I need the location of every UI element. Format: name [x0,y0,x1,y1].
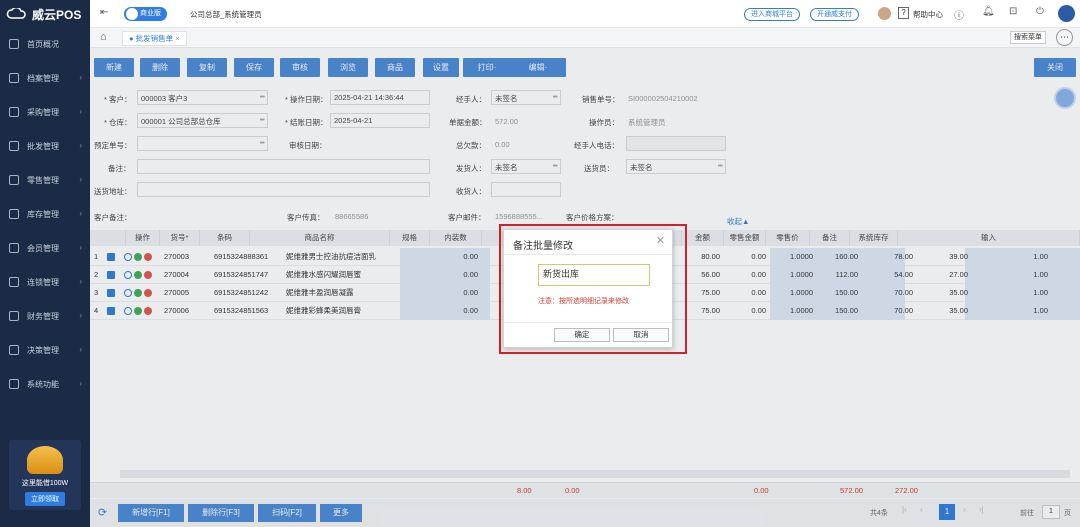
sidebar-item-label: 系统功能 [27,379,59,389]
divider [504,322,672,323]
cancel-button[interactable]: 取消 [613,328,669,342]
member-icon [9,243,19,253]
chevron-right-icon: › [79,73,82,82]
retail-icon [9,175,19,185]
sidebar-item-9[interactable]: 决策管理 › [0,339,90,361]
user-avatar-icon[interactable] [1058,5,1075,22]
chevron-right-icon: › [79,345,82,354]
mall-link[interactable]: 进入商城平台 [744,8,800,21]
sidebar-item-6[interactable]: 会员管理 › [0,237,90,259]
batch-remark-dialog: 备注批量修改 ✕ 新货出库 注意：按所选明细记录来修改 确定 取消 [503,229,673,348]
close-icon[interactable]: × [175,34,179,43]
sidebar-item-2[interactable]: 采购管理 › [0,101,90,123]
finance-icon [9,311,19,321]
sidebar-item-10[interactable]: 系统功能 › [0,373,90,395]
sidebar-item-label: 会员管理 [27,243,59,253]
help-center-link[interactable]: 帮助中心 [913,9,943,20]
chevron-right-icon: › [79,141,82,150]
cloud-logo-icon [6,8,26,19]
org-label: 公司总部_系统管理员 [190,10,262,19]
chevron-right-icon: › [79,379,82,388]
help-icon[interactable]: ? [898,7,909,19]
power-icon[interactable]: ⏻ [1036,6,1044,17]
pay-link[interactable]: 开通威支付 [810,8,859,21]
sidebar-item-1[interactable]: 档案管理 › [0,67,90,89]
chain-icon [9,277,19,287]
chevron-right-icon: › [79,277,82,286]
purchase-icon [9,107,19,117]
sidebar-item-3[interactable]: 批发管理 › [0,135,90,157]
decision-icon [9,345,19,355]
info-icon[interactable]: ⓘ [954,7,964,22]
sidebar-item-label: 库存管理 [27,209,59,219]
sidebar-item-label: 批发管理 [27,141,59,151]
divider [504,254,672,255]
edition-label: 商业版 [140,10,161,17]
inventory-icon [9,209,19,219]
promo-text: 这里能借100W [21,480,69,487]
sidebar-item-label: 档案管理 [27,73,59,83]
sidebar-item-0[interactable]: 首页概况 [0,33,90,55]
sidebar-item-7[interactable]: 连锁管理 › [0,271,90,293]
more-icon[interactable]: ⋯ [1056,29,1073,46]
confirm-button[interactable]: 确定 [554,328,610,342]
home-icon [9,39,19,49]
sidebar-item-label: 决策管理 [27,345,59,355]
sidebar-item-5[interactable]: 库存管理 › [0,203,90,225]
app-name: 威云POS [32,7,82,22]
chevron-right-icon: › [79,209,82,218]
tab-wholesale-sales[interactable]: ● 批发销售单 × [122,31,187,46]
chevron-right-icon: › [79,175,82,184]
sidebar-item-label: 零售管理 [27,175,59,185]
sidebar-item-label: 财务管理 [27,311,59,321]
archive-icon [9,73,19,83]
lock-icon[interactable]: ⊡ [1009,6,1017,17]
dialog-note: 注意：按所选明细记录来修改 [538,298,629,305]
avatar[interactable] [878,7,891,20]
chevron-right-icon: › [79,243,82,252]
promo-card[interactable]: 这里能借100W 立即领取 [9,440,81,510]
sidebar-item-label: 首页概况 [27,39,59,49]
sidebar-item-4[interactable]: 零售管理 › [0,169,90,191]
sidebar-item-label: 连锁管理 [27,277,59,287]
home-tab-icon[interactable]: ⌂ [100,31,107,43]
menu-search-input[interactable]: 搜索菜单 [1010,31,1046,44]
top-bar: ⇤ 商业版 公司总部_系统管理员 进入商城平台 开通威支付 ? 帮助中心 ⓘ 🔔… [90,0,1080,28]
chevron-right-icon: › [79,311,82,320]
system-icon [9,379,19,389]
close-icon[interactable]: ✕ [656,234,665,247]
tab-label: 批发销售单 [135,34,174,43]
sidebar-item-label: 采购管理 [27,107,59,117]
sidebar-item-8[interactable]: 财务管理 › [0,305,90,327]
promo-button[interactable]: 立即领取 [25,492,65,506]
edition-badge: 商业版 [124,7,167,21]
remark-input[interactable]: 新货出库 [538,264,650,286]
dialog-title: 备注批量修改 [513,241,573,252]
sidebar: 威云POS 首页概况档案管理 › 采购管理 › 批发管理 › 零售管理 › 库存管理 › 会员管理 ›… [0,0,90,527]
chevron-right-icon: › [79,107,82,116]
coins-icon [27,446,63,474]
menu-collapse-icon[interactable]: ⇤ [100,7,108,18]
shield-icon [126,8,138,20]
app-logo: 威云POS [6,6,81,22]
wholesale-icon [9,141,19,151]
tab-bar: ⌂ ● 批发销售单 × 搜索菜单 ⋯ [90,28,1080,48]
bell-icon[interactable]: 🔔︎ [982,6,995,17]
